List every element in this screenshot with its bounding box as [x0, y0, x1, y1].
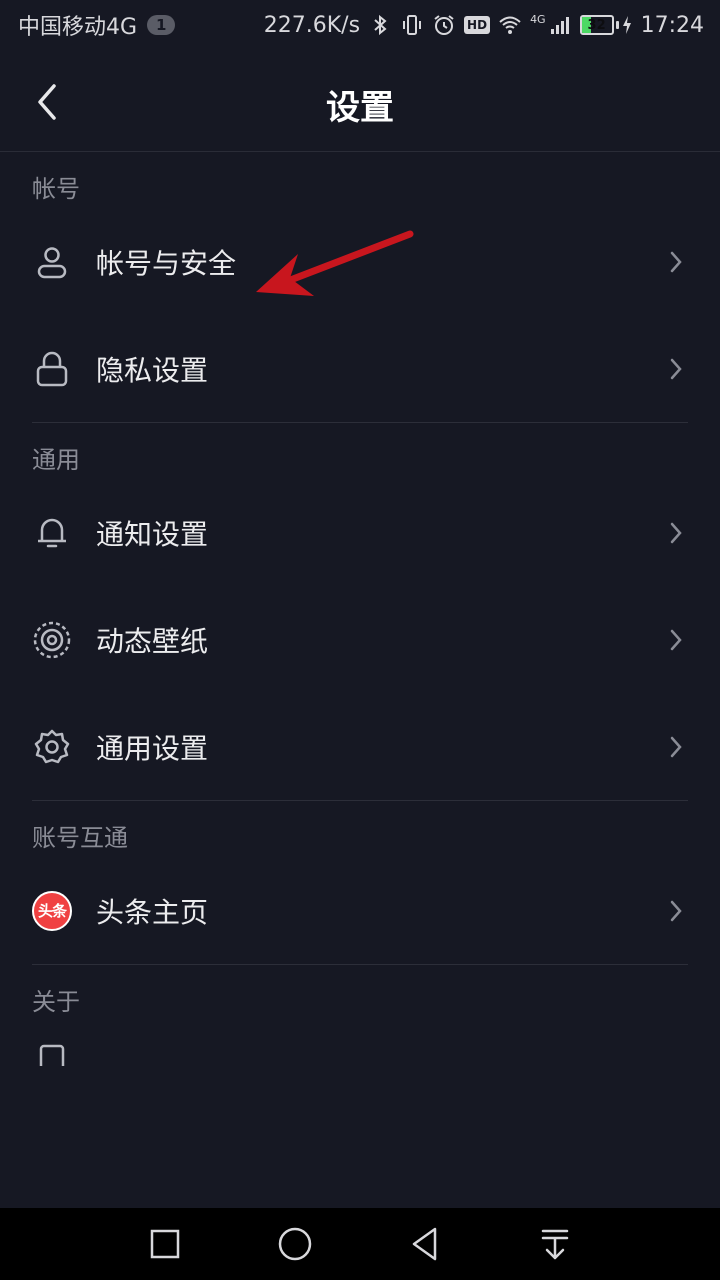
bell-icon [38, 518, 66, 547]
signal-icon [550, 17, 569, 34]
back-nav-button[interactable] [401, 1220, 449, 1268]
settings-item-toutiao-homepage[interactable]: 头条 头条主页 [0, 857, 720, 964]
settings-item-general[interactable]: 通用设置 [0, 693, 720, 800]
sim-badge: 1 [147, 15, 176, 35]
chevron-right-icon [670, 629, 682, 650]
hd-badge: HD [464, 16, 491, 34]
wifi-icon [499, 16, 521, 34]
section-header-account: 帐号 [32, 175, 80, 203]
nav-header: 设置 [0, 50, 720, 152]
clock: 17:24 [640, 12, 704, 38]
signal-type: 4G [530, 12, 546, 26]
system-nav-bar [0, 1208, 720, 1280]
settings-item-label: 帐号与安全 [96, 246, 237, 280]
gear-icon [34, 729, 70, 763]
pulldown-icon [541, 1229, 569, 1260]
circle-icon [278, 1227, 312, 1261]
battery-level: 32 [587, 17, 606, 33]
chevron-right-icon [670, 251, 682, 272]
carrier-label: 中国移动4G [18, 15, 138, 40]
lock-icon [36, 351, 68, 386]
net-speed: 227.6K/s [263, 12, 361, 38]
notification-pulldown-button[interactable] [531, 1220, 579, 1268]
toutiao-logo-icon: 头条 [32, 890, 72, 931]
settings-item-notifications[interactable]: 通知设置 [0, 479, 720, 586]
bluetooth-icon [374, 14, 387, 36]
vibrate-icon [403, 15, 422, 35]
settings-item-account-security[interactable]: 帐号与安全 [0, 208, 720, 315]
square-icon [150, 1229, 180, 1259]
settings-item-privacy[interactable]: 隐私设置 [0, 315, 720, 422]
section-header-linked-accounts: 账号互通 [32, 824, 128, 852]
user-icon [37, 246, 67, 278]
document-icon [39, 1044, 65, 1066]
settings-item-label: 通用设置 [96, 731, 209, 765]
charging-icon [622, 16, 631, 34]
chevron-right-icon [670, 522, 682, 543]
chevron-right-icon [670, 358, 682, 379]
settings-item-partial[interactable] [0, 1021, 720, 1081]
chevron-right-icon [670, 900, 682, 921]
settings-list: 帐号 帐号与安全 隐私设置 通用 通知设置 动态壁纸 通用设置 账号互通 头条 … [0, 152, 720, 1208]
triangle-back-icon [412, 1227, 437, 1261]
page-title: 设置 [326, 88, 394, 128]
battery-indicator: 32 [579, 15, 633, 35]
settings-item-label: 通知设置 [96, 517, 209, 551]
wallpaper-icon [33, 621, 71, 658]
alarm-icon [434, 15, 454, 35]
section-header-about: 关于 [32, 988, 80, 1016]
settings-item-label: 动态壁纸 [96, 624, 209, 658]
settings-item-live-wallpaper[interactable]: 动态壁纸 [0, 586, 720, 693]
settings-item-label: 头条主页 [96, 895, 209, 929]
status-bar: 中国移动4G 1 227.6K/s HD 4G 32 17:24 [0, 0, 720, 50]
settings-item-label: 隐私设置 [96, 353, 209, 387]
chevron-right-icon [670, 736, 682, 757]
recents-button[interactable] [141, 1220, 189, 1268]
home-button[interactable] [271, 1220, 319, 1268]
section-header-general: 通用 [32, 446, 80, 474]
